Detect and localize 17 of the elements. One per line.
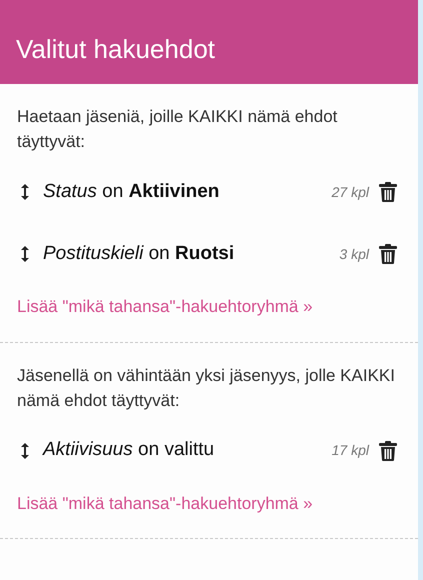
trash-icon[interactable] bbox=[379, 244, 397, 264]
drag-handle-icon[interactable] bbox=[21, 442, 29, 458]
group-description: Haetaan jäseniä, joille KAIKKI nämä ehdot täyttyvät: bbox=[17, 106, 338, 153]
trash-icon[interactable] bbox=[379, 440, 397, 460]
add-group-link[interactable]: Lisää "mikä tahansa"-hakuehtoryhmä » bbox=[17, 490, 401, 516]
match-count: 3 kpl bbox=[339, 244, 369, 264]
condition-text: Postituskieli on Ruotsi bbox=[43, 242, 234, 266]
condition-text: Status on Aktiivinen bbox=[43, 180, 220, 204]
match-count: 27 kpl bbox=[332, 182, 369, 202]
match-count: 17 kpl bbox=[332, 441, 369, 460]
panel-title: Valitut hakuehdot bbox=[16, 32, 215, 66]
condition-text: Aktiivisuus on valittu bbox=[43, 438, 214, 462]
trash-icon[interactable] bbox=[379, 182, 397, 202]
group-description: Jäsenellä on vähintään yksi jäsenyys, jolle KAIKKI nämä ehdot täyttyvät: bbox=[17, 364, 396, 412]
drag-handle-icon[interactable] bbox=[21, 184, 29, 200]
drag-handle-icon[interactable] bbox=[21, 246, 29, 262]
add-group-link[interactable]: Lisää "mikä tahansa"-hakuehtoryhmä » bbox=[17, 294, 401, 320]
